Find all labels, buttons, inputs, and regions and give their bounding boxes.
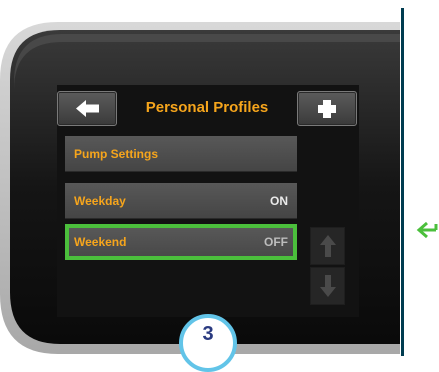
arrow-down-icon [319, 275, 336, 297]
row-label: Pump Settings [74, 146, 159, 161]
profile-row-weekday[interactable]: Weekday ON [65, 183, 297, 219]
add-profile-button[interactable] [297, 91, 357, 126]
back-button[interactable] [57, 91, 117, 126]
scroll-up-button[interactable] [310, 227, 345, 265]
pump-device: Personal Profiles Pump Settings Weekday … [0, 20, 400, 356]
profile-row-weekend[interactable]: Weekend OFF [65, 224, 297, 260]
scroll-down-button[interactable] [310, 267, 345, 305]
row-value: ON [270, 193, 288, 208]
arrow-left-icon [76, 100, 99, 117]
plus-icon [318, 100, 336, 118]
divider-line [401, 8, 404, 356]
profile-row-pump-settings[interactable]: Pump Settings [65, 136, 297, 172]
row-value: OFF [264, 234, 288, 249]
arrow-up-icon [319, 235, 336, 257]
row-label: Weekend [74, 234, 127, 249]
step-number-badge: 3 [179, 314, 237, 372]
page-title: Personal Profiles [145, 99, 269, 116]
row-label: Weekday [74, 193, 126, 208]
device-screen: Personal Profiles Pump Settings Weekday … [57, 85, 359, 317]
pointer-arrow-icon [416, 221, 438, 239]
